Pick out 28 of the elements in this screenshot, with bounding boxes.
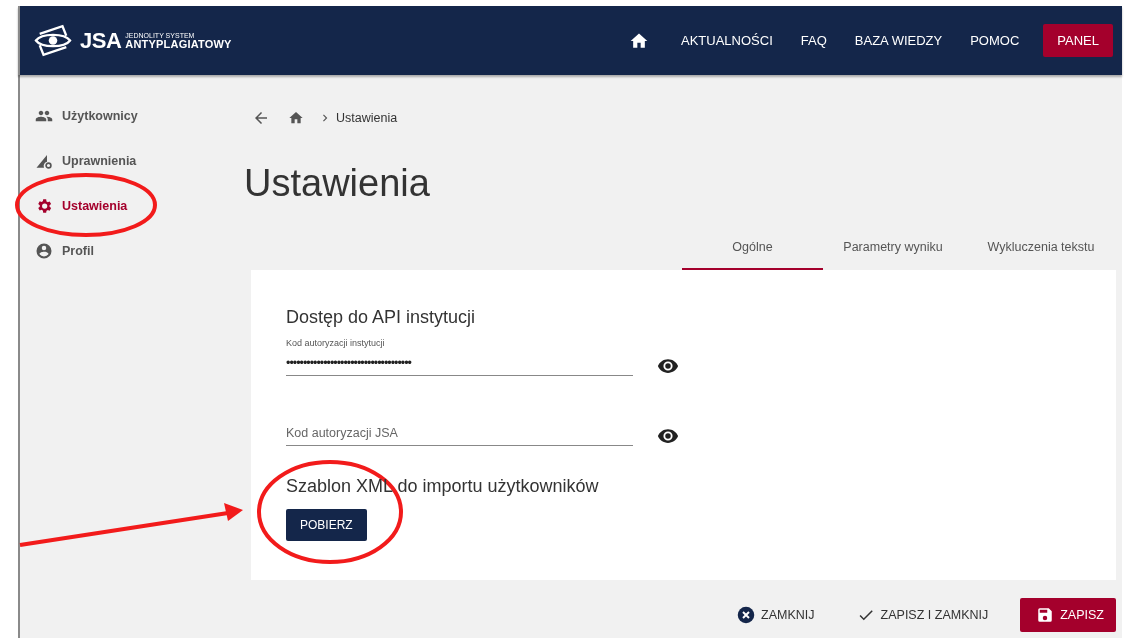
field-label: Kod autoryzacji instytucji: [286, 338, 386, 348]
page-title: Ustawienia: [244, 161, 430, 205]
breadcrumb-current: Ustawienia: [336, 111, 398, 125]
save-and-close-button[interactable]: ZAPISZ I ZAMKNIJ: [846, 598, 999, 632]
save-button[interactable]: ZAPISZ: [1020, 598, 1116, 632]
section-heading: Dostęp do API instytucji: [286, 307, 477, 328]
close-icon: [737, 606, 756, 624]
nav-link[interactable]: BAZA WIEDZY: [854, 33, 943, 48]
download-button[interactable]: POBIERZ: [286, 509, 367, 541]
nav-link[interactable]: FAQ: [800, 33, 827, 48]
panel-button[interactable]: PANEL: [1043, 24, 1113, 57]
input-field[interactable]: •••••••••••••••••••••••••••••••••••••: [286, 354, 633, 376]
eye-logo-icon: [34, 24, 72, 57]
sidebar-item[interactable]: Ustawienia: [20, 183, 134, 228]
logo-title: JSA: [80, 27, 122, 54]
tab[interactable]: Wykluczenia tekstu: [963, 227, 1116, 270]
nav-link[interactable]: POMOC: [970, 33, 1020, 48]
nav-link[interactable]: AKTUALNOŚCI: [681, 33, 773, 48]
home-icon[interactable]: [288, 110, 304, 126]
sidebar-item[interactable]: Profil: [20, 228, 100, 273]
profile-icon: [35, 241, 53, 260]
sidebar-item[interactable]: Uprawnienia: [20, 138, 143, 183]
sidebar-item[interactable]: Użytkownicy: [20, 93, 144, 138]
tab[interactable]: Parametry wyniku: [823, 227, 963, 270]
input-field[interactable]: Kod autoryzacji JSA: [286, 424, 633, 446]
logo-subtitle: ANTYPLAGIATOWY: [125, 38, 232, 50]
close-button[interactable]: ZAMKNIJ: [727, 598, 825, 632]
settings-icon: [35, 196, 53, 215]
